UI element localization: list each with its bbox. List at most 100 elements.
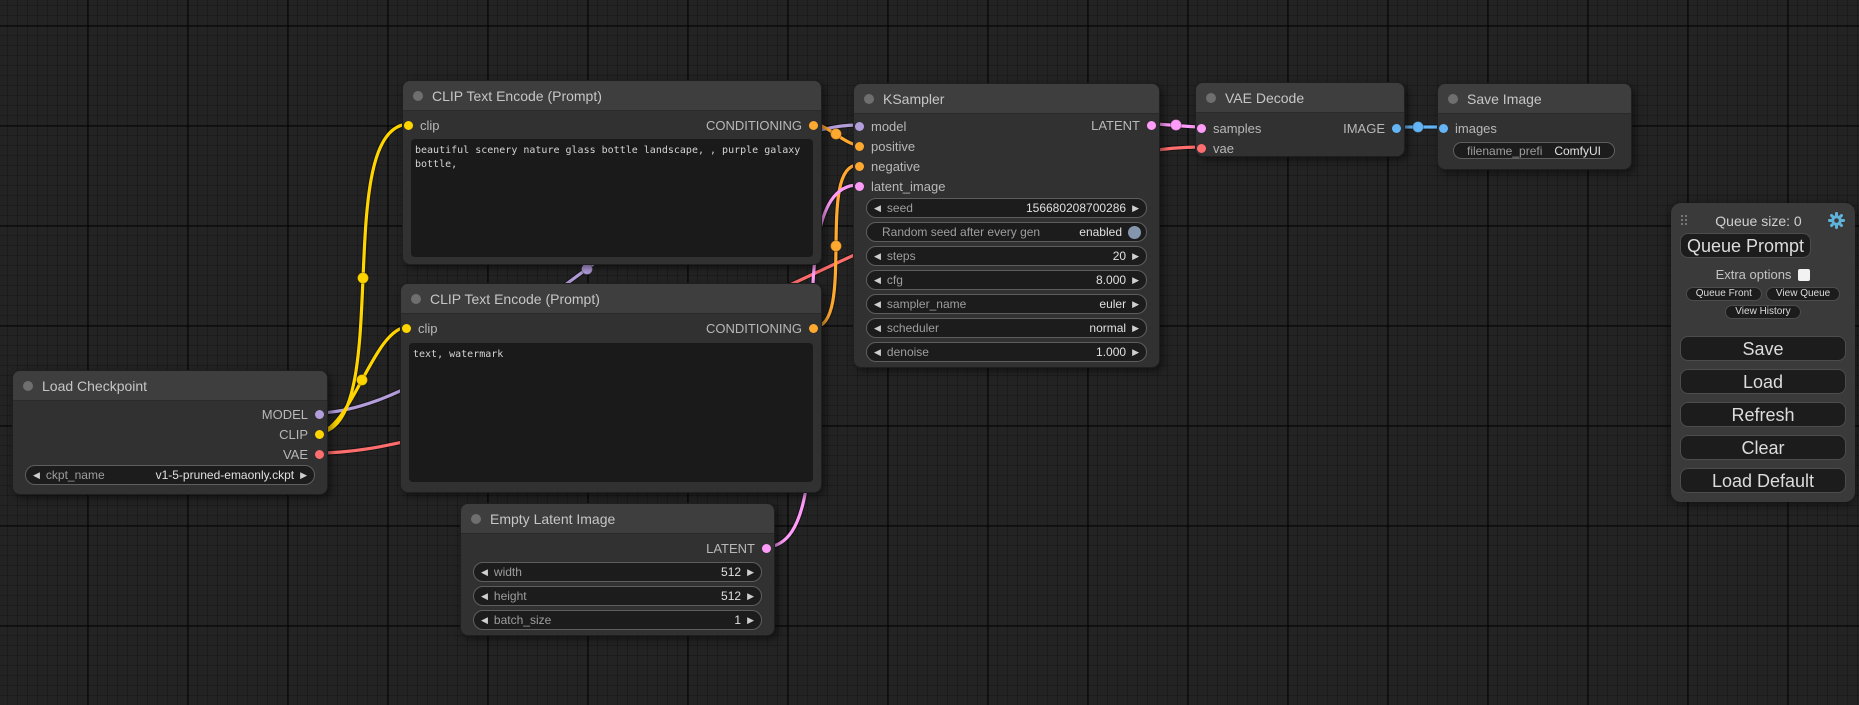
image-output-port[interactable] <box>1392 124 1401 133</box>
decrement-arrow-icon[interactable] <box>874 348 881 357</box>
increment-arrow-icon[interactable] <box>1132 324 1139 333</box>
increment-arrow-icon[interactable] <box>1132 300 1139 309</box>
negative-input-port[interactable] <box>855 162 864 171</box>
images-input-port[interactable] <box>1439 124 1448 133</box>
collapse-dot-icon[interactable] <box>413 91 423 101</box>
increment-arrow-icon[interactable] <box>747 592 754 601</box>
settings-gear-icon[interactable] <box>1828 212 1845 229</box>
decrement-arrow-icon[interactable] <box>874 204 881 213</box>
decrement-arrow-icon[interactable] <box>481 568 488 577</box>
increment-arrow-icon[interactable] <box>747 616 754 625</box>
conditioning-output-port[interactable] <box>809 324 818 333</box>
width-widget[interactable]: width 512 <box>473 562 762 582</box>
filename-prefix-widget[interactable]: filename_prefix ComfyUI <box>1453 142 1615 159</box>
node-title: CLIP Text Encode (Prompt) <box>430 291 600 307</box>
widget-value: 512 <box>721 589 741 603</box>
load-button[interactable]: Load <box>1680 369 1846 394</box>
positive-prompt-text[interactable]: beautiful scenery nature glass bottle la… <box>411 139 813 257</box>
denoise-widget[interactable]: denoise 1.000 <box>866 342 1147 362</box>
input-label-clip: clip <box>420 118 440 133</box>
node-title-bar[interactable]: CLIP Text Encode (Prompt) <box>403 81 821 111</box>
model-output-port[interactable] <box>315 410 324 419</box>
increment-arrow-icon[interactable] <box>1132 276 1139 285</box>
collapse-dot-icon[interactable] <box>23 381 33 391</box>
increment-arrow-icon[interactable] <box>300 471 307 480</box>
node-load-checkpoint[interactable]: Load Checkpoint MODEL CLIP VAE ckpt_name… <box>12 370 328 495</box>
widget-label: height <box>494 589 527 603</box>
widget-label: width <box>494 565 522 579</box>
seed-widget[interactable]: seed 156680208700286 <box>866 198 1147 218</box>
collapse-dot-icon[interactable] <box>1206 93 1216 103</box>
widget-label: scheduler <box>887 321 939 335</box>
widget-value: v1-5-pruned-emaonly.ckpt <box>156 468 295 482</box>
vae-input-port[interactable] <box>1197 144 1206 153</box>
output-label-conditioning: CONDITIONING <box>706 321 802 336</box>
positive-input-port[interactable] <box>855 142 864 151</box>
clear-button[interactable]: Clear <box>1680 435 1846 460</box>
increment-arrow-icon[interactable] <box>1132 204 1139 213</box>
link-dot <box>358 273 369 284</box>
toggle-icon[interactable] <box>1128 226 1141 239</box>
decrement-arrow-icon[interactable] <box>874 324 881 333</box>
latent-image-input-port[interactable] <box>855 182 864 191</box>
vae-output-port[interactable] <box>315 450 324 459</box>
node-title-bar[interactable]: Empty Latent Image <box>461 504 774 534</box>
node-empty-latent-image[interactable]: Empty Latent Image LATENT width 512 heig… <box>460 503 775 636</box>
latent-output-port[interactable] <box>1147 121 1156 130</box>
decrement-arrow-icon[interactable] <box>874 300 881 309</box>
model-input-port[interactable] <box>855 122 864 131</box>
decrement-arrow-icon[interactable] <box>874 276 881 285</box>
conditioning-output-port[interactable] <box>809 121 818 130</box>
clip-input-port[interactable] <box>404 121 413 130</box>
save-button[interactable]: Save <box>1680 336 1846 361</box>
increment-arrow-icon[interactable] <box>1132 348 1139 357</box>
height-widget[interactable]: height 512 <box>473 586 762 606</box>
increment-arrow-icon[interactable] <box>1132 252 1139 261</box>
node-clip-text-encode-negative[interactable]: CLIP Text Encode (Prompt) clip CONDITION… <box>400 283 822 493</box>
queue-prompt-button[interactable]: Queue Prompt <box>1680 233 1811 258</box>
widget-value: 1.000 <box>1096 345 1126 359</box>
sampler-name-widget[interactable]: sampler_name euler <box>866 294 1147 314</box>
decrement-arrow-icon[interactable] <box>481 592 488 601</box>
node-vae-decode[interactable]: VAE Decode samples IMAGE vae <box>1195 82 1405 157</box>
increment-arrow-icon[interactable] <box>747 568 754 577</box>
drag-handle-icon[interactable] <box>1681 215 1689 227</box>
decrement-arrow-icon[interactable] <box>874 252 881 261</box>
input-label-vae: vae <box>1213 141 1234 156</box>
node-title-bar[interactable]: Load Checkpoint <box>13 371 327 401</box>
load-default-button[interactable]: Load Default <box>1680 468 1846 493</box>
samples-input-port[interactable] <box>1197 124 1206 133</box>
output-label-latent: LATENT <box>706 541 755 556</box>
scheduler-widget[interactable]: scheduler normal <box>866 318 1147 338</box>
batch-size-widget[interactable]: batch_size 1 <box>473 610 762 630</box>
steps-widget[interactable]: steps 20 <box>866 246 1147 266</box>
view-queue-button[interactable]: View Queue <box>1766 287 1840 301</box>
extra-options-checkbox[interactable] <box>1798 269 1810 281</box>
node-clip-text-encode-positive[interactable]: CLIP Text Encode (Prompt) clip CONDITION… <box>402 80 822 265</box>
cfg-widget[interactable]: cfg 8.000 <box>866 270 1147 290</box>
node-title-bar[interactable]: VAE Decode <box>1196 83 1404 113</box>
queue-size-label: Queue size: 0 <box>1689 213 1828 229</box>
node-title-bar[interactable]: CLIP Text Encode (Prompt) <box>401 284 821 314</box>
ckpt-name-widget[interactable]: ckpt_name v1-5-pruned-emaonly.ckpt <box>25 465 315 485</box>
clip-input-port[interactable] <box>402 324 411 333</box>
collapse-dot-icon[interactable] <box>1448 94 1458 104</box>
clip-output-port[interactable] <box>315 430 324 439</box>
collapse-dot-icon[interactable] <box>471 514 481 524</box>
link-dot <box>582 264 593 275</box>
node-save-image[interactable]: Save Image images filename_prefix ComfyU… <box>1437 83 1632 170</box>
decrement-arrow-icon[interactable] <box>481 616 488 625</box>
negative-prompt-text[interactable]: text, watermark <box>409 343 813 482</box>
collapse-dot-icon[interactable] <box>864 94 874 104</box>
view-history-button[interactable]: View History <box>1725 305 1800 319</box>
node-title-bar[interactable]: KSampler <box>854 84 1159 114</box>
graph-canvas[interactable]: Load Checkpoint MODEL CLIP VAE ckpt_name… <box>0 0 1859 705</box>
collapse-dot-icon[interactable] <box>411 294 421 304</box>
refresh-button[interactable]: Refresh <box>1680 402 1846 427</box>
node-ksampler[interactable]: KSampler model LATENT positive negative … <box>853 83 1160 368</box>
decrement-arrow-icon[interactable] <box>33 471 40 480</box>
queue-front-button[interactable]: Queue Front <box>1686 287 1762 301</box>
random-seed-widget[interactable]: Random seed after every gen enabled <box>866 222 1147 242</box>
latent-output-port[interactable] <box>762 544 771 553</box>
node-title-bar[interactable]: Save Image <box>1438 84 1631 114</box>
